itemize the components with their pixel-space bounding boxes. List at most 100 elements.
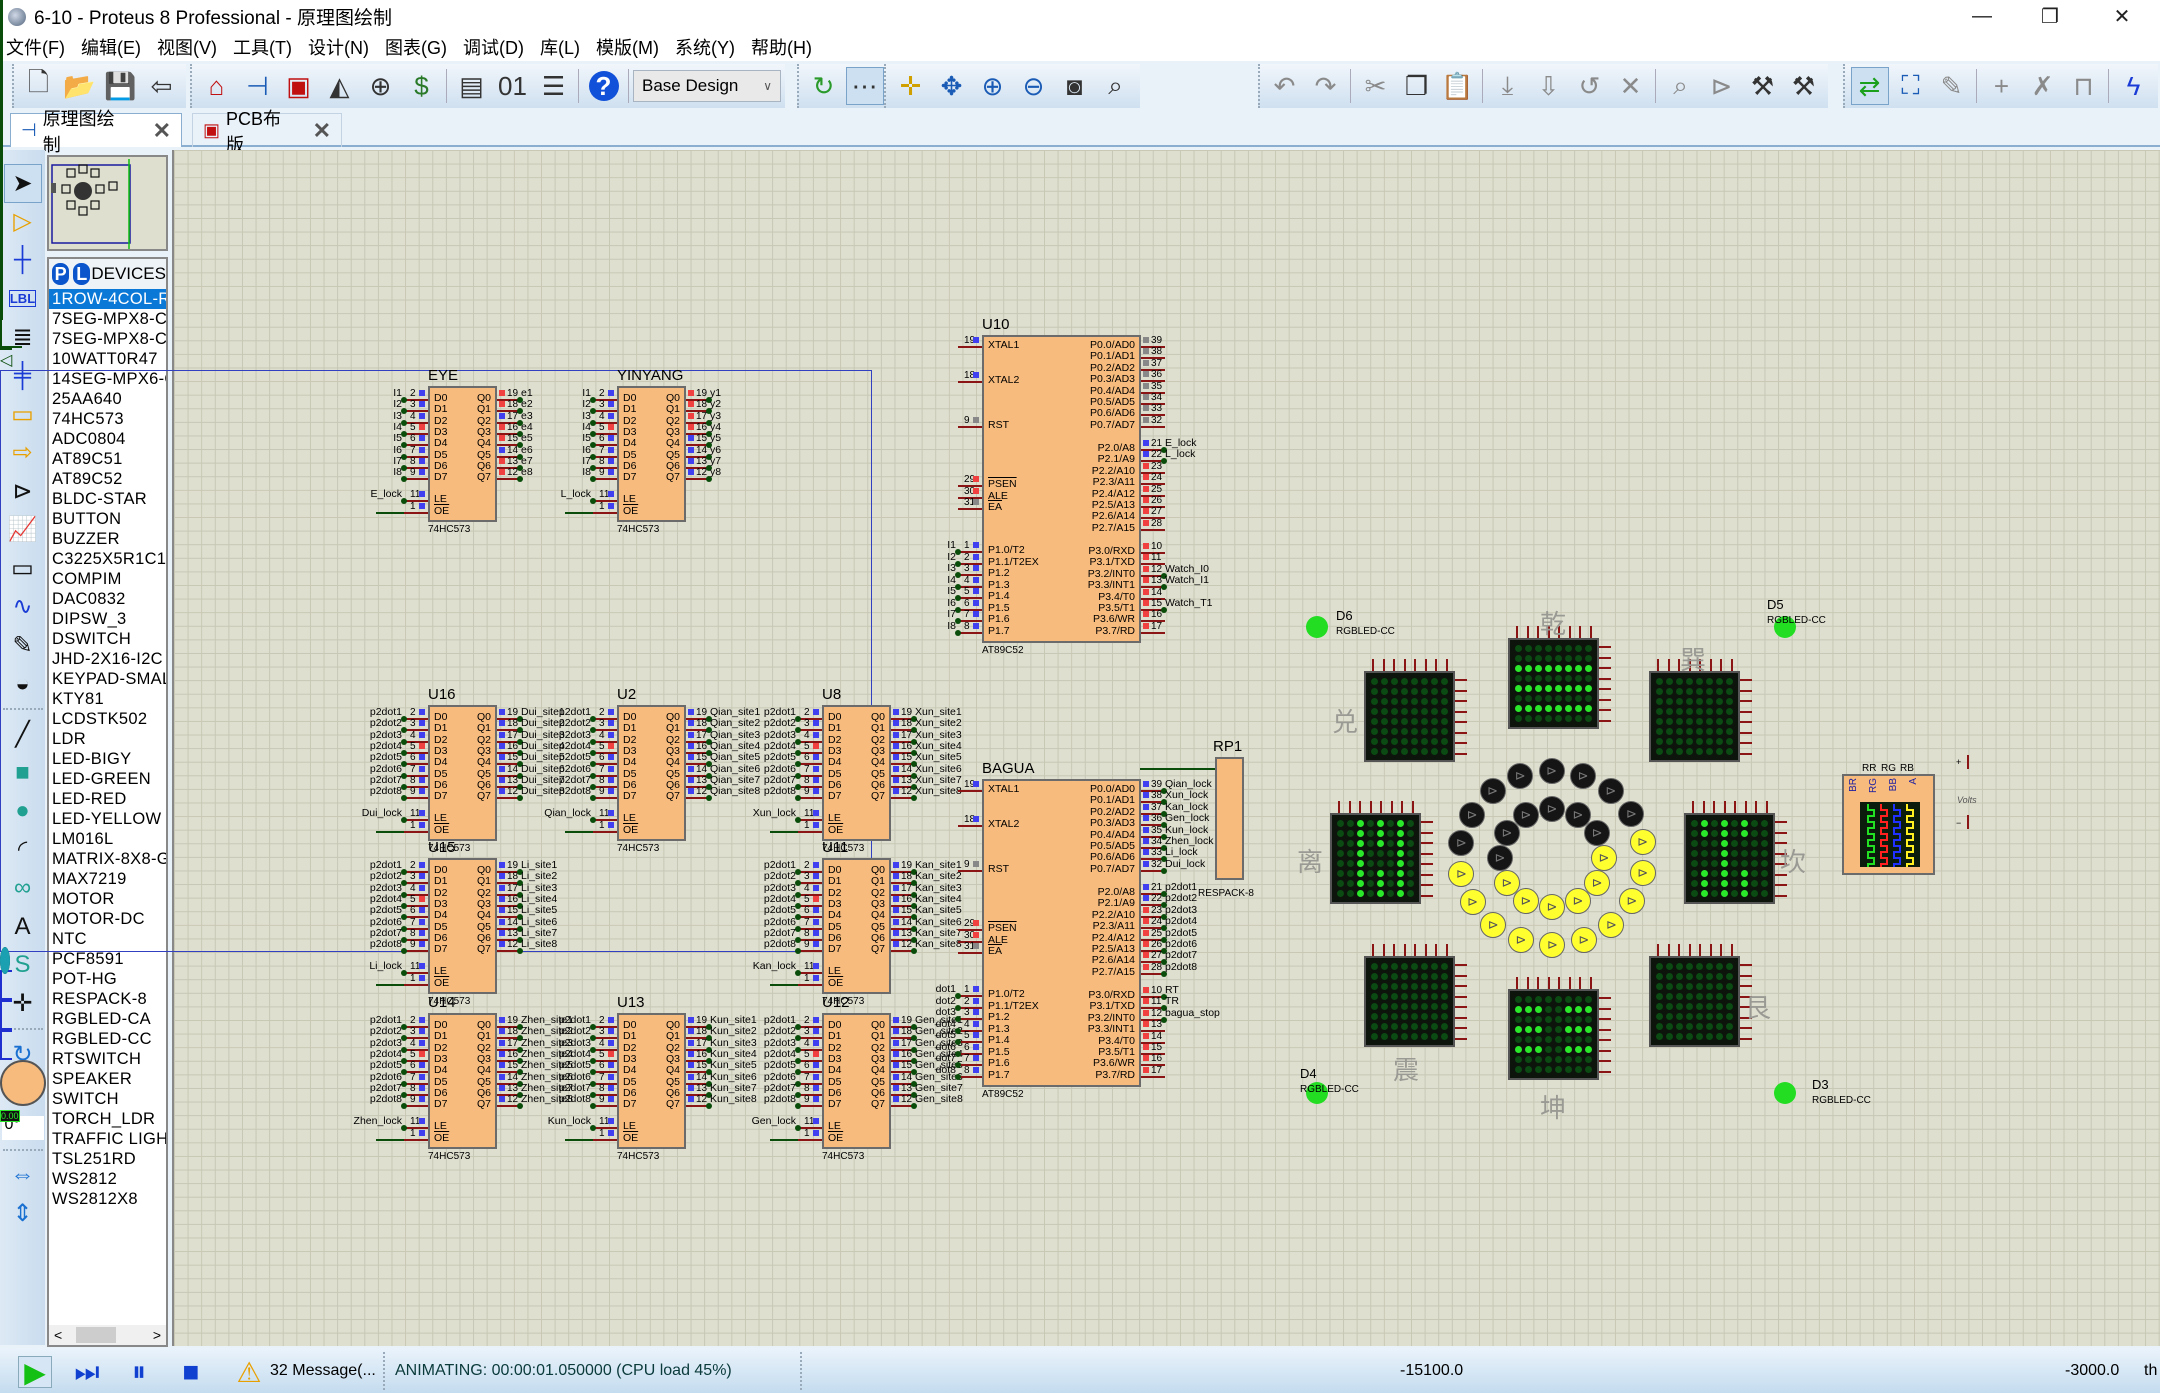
refresh-button[interactable]: ↻ xyxy=(805,67,843,105)
pin[interactable] xyxy=(958,870,982,872)
pin[interactable] xyxy=(798,984,822,986)
pin[interactable] xyxy=(593,797,617,799)
pick-device-button[interactable]: ⌕ xyxy=(1662,67,1700,105)
restore-button[interactable]: ❐ xyxy=(2016,0,2084,33)
device-list-item[interactable]: 7SEG-MPX8-CC xyxy=(49,329,166,349)
device-list-item[interactable]: RTSWITCH xyxy=(49,1049,166,1069)
menu-item[interactable]: 设计(N) xyxy=(308,34,369,60)
import-button[interactable]: ⇦ xyxy=(143,67,181,105)
decompose-button[interactable]: ⚒ xyxy=(1785,67,1823,105)
3d-view-button[interactable]: ◭ xyxy=(321,67,359,105)
device-list-item[interactable]: 7SEG-MPX8-CA xyxy=(49,309,166,329)
origin-button[interactable]: ✛ xyxy=(892,67,930,105)
pin[interactable] xyxy=(404,831,428,833)
zoom-all-button[interactable]: ◙ xyxy=(1056,67,1094,105)
pin[interactable] xyxy=(958,574,982,576)
pin[interactable] xyxy=(404,478,428,480)
pin[interactable] xyxy=(404,882,428,884)
pin[interactable] xyxy=(798,831,822,833)
grid-button[interactable]: ⋯ xyxy=(845,67,884,105)
pin[interactable] xyxy=(958,1041,982,1043)
pin[interactable] xyxy=(798,1037,822,1039)
close-button[interactable]: ✕ xyxy=(2088,0,2156,33)
pin[interactable] xyxy=(798,882,822,884)
stop-button[interactable]: ■ xyxy=(174,1356,208,1388)
pin[interactable] xyxy=(404,763,428,765)
pin[interactable] xyxy=(958,551,982,553)
pin[interactable] xyxy=(404,512,428,514)
block-delete-button[interactable]: ✕ xyxy=(1612,67,1650,105)
pin[interactable] xyxy=(1141,425,1165,428)
undo-button[interactable]: ↶ xyxy=(1266,67,1304,105)
pause-button[interactable]: ⏸ xyxy=(122,1356,156,1388)
remove-sheet-button[interactable]: ✗ xyxy=(2024,67,2062,105)
open-file-button[interactable]: 📂 xyxy=(61,67,99,105)
zoom-out-button[interactable]: ⊖ xyxy=(1015,67,1053,105)
pin[interactable] xyxy=(404,729,428,731)
pin[interactable] xyxy=(593,831,617,833)
pin[interactable] xyxy=(404,1127,428,1129)
device-list-item[interactable]: WS2812 xyxy=(49,1169,166,1189)
schematic-button[interactable]: ⊣ xyxy=(239,67,277,105)
device-list-item[interactable]: 1ROW-4COL-RELAY xyxy=(49,289,166,309)
device-list-item[interactable]: WS2812X8 xyxy=(49,1189,166,1209)
pin[interactable] xyxy=(958,952,982,954)
pin[interactable] xyxy=(798,950,822,952)
pin[interactable] xyxy=(1141,528,1165,531)
menu-item[interactable]: 视图(V) xyxy=(157,34,217,60)
zoom-in-button[interactable]: ⊕ xyxy=(974,67,1012,105)
pin[interactable] xyxy=(958,790,982,792)
menu-item[interactable]: 工具(T) xyxy=(233,34,292,60)
menu-item[interactable]: 图表(G) xyxy=(385,34,447,60)
pin[interactable] xyxy=(593,410,617,412)
pin[interactable] xyxy=(404,1139,428,1141)
device-list-item[interactable]: TSL251RD xyxy=(49,1149,166,1169)
pin[interactable] xyxy=(593,1037,617,1039)
pin[interactable] xyxy=(958,995,982,997)
tab-schematic[interactable]: ⊣ 原理图绘制 ✕ xyxy=(10,109,182,155)
pin[interactable] xyxy=(958,381,982,383)
scroll-right-icon[interactable]: > xyxy=(153,1327,161,1343)
pin[interactable] xyxy=(798,819,822,821)
pin[interactable] xyxy=(593,1105,617,1107)
pin[interactable] xyxy=(798,1105,822,1107)
pin[interactable] xyxy=(404,1037,428,1039)
block-copy-button[interactable]: ⤓ xyxy=(1489,67,1527,105)
pin[interactable] xyxy=(593,1139,617,1141)
pin[interactable] xyxy=(958,1076,982,1078)
pin[interactable] xyxy=(958,597,982,599)
property-assignment-button[interactable]: ✎ xyxy=(1933,67,1971,105)
pin[interactable] xyxy=(798,797,822,799)
scrollbar-thumb[interactable] xyxy=(76,1327,116,1343)
pin[interactable] xyxy=(593,500,617,502)
menu-item[interactable]: 编辑(E) xyxy=(81,34,141,60)
pin[interactable] xyxy=(404,444,428,446)
pin[interactable] xyxy=(404,1105,428,1107)
block-rotate-button[interactable]: ↺ xyxy=(1571,67,1609,105)
menu-item[interactable]: 系统(Y) xyxy=(675,34,735,60)
menu-item[interactable]: 库(L) xyxy=(540,34,580,60)
voltmeter[interactable] xyxy=(0,1060,46,1106)
pin[interactable] xyxy=(798,1071,822,1073)
design-select[interactable]: Base Design ∨ xyxy=(633,70,781,102)
mirror-horizontal-tool[interactable]: ⇔ xyxy=(4,1156,42,1195)
component-tool[interactable]: ▷ xyxy=(4,203,42,242)
pin[interactable] xyxy=(958,346,982,348)
device-list-item[interactable]: TORCH_LDR xyxy=(49,1109,166,1129)
messages-count[interactable]: 32 Message(... xyxy=(270,1362,376,1380)
pan-button[interactable]: ✥ xyxy=(933,67,971,105)
minimize-button[interactable]: — xyxy=(1948,0,2016,33)
pin[interactable] xyxy=(593,1127,617,1129)
electrical-rule-check-button[interactable]: ϟ xyxy=(2115,67,2153,105)
device-list-item[interactable]: RGBLED-CC xyxy=(49,1029,166,1049)
scroll-left-icon[interactable]: < xyxy=(54,1327,62,1343)
wire-autorouter-button[interactable]: ⇄ xyxy=(1850,67,1889,105)
device-list-item[interactable]: PCF8591 xyxy=(49,949,166,969)
exit-to-parent-button[interactable]: ⊓ xyxy=(2065,67,2103,105)
pin[interactable] xyxy=(958,426,982,428)
junction-tool[interactable]: ┼ xyxy=(4,241,42,280)
pin[interactable] xyxy=(958,620,982,622)
pin[interactable] xyxy=(798,972,822,974)
paste-button[interactable]: 📋 xyxy=(1439,67,1477,105)
pin[interactable] xyxy=(404,410,428,412)
